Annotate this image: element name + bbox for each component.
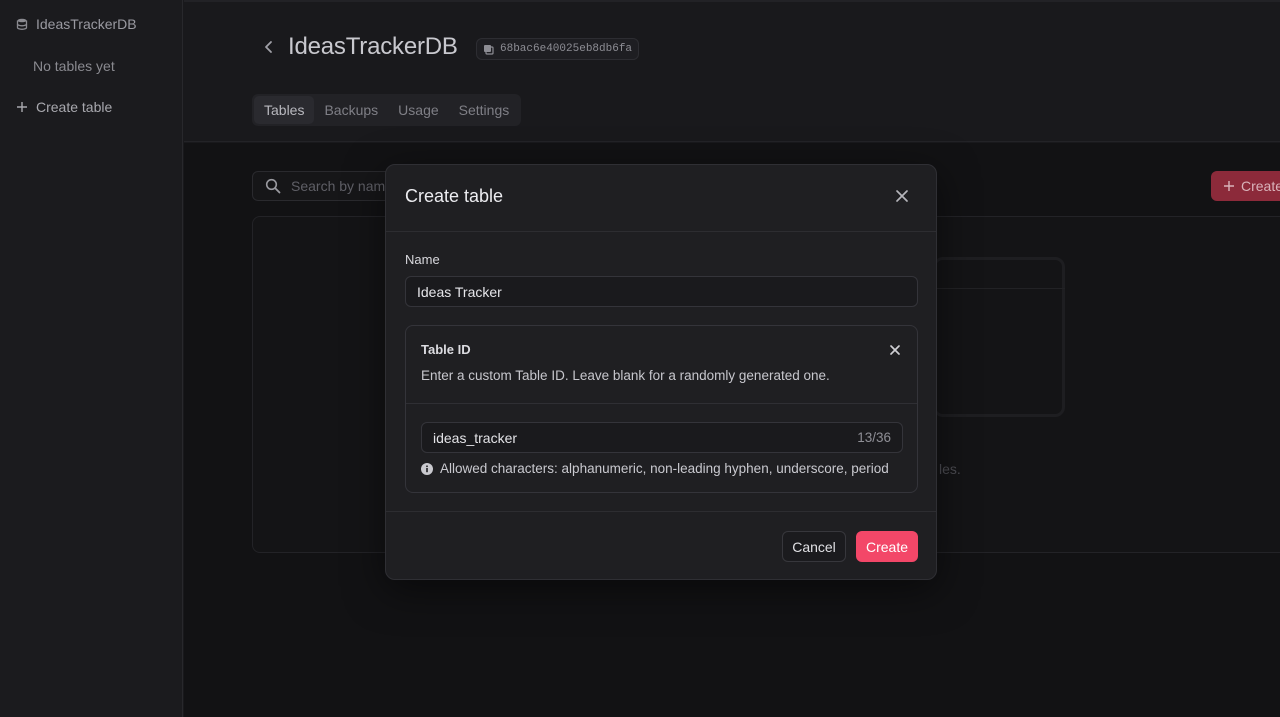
table-id-value: ideas_tracker xyxy=(433,429,518,446)
cancel-button[interactable]: Cancel xyxy=(782,531,846,562)
table-id-hint-text: Allowed characters: alphanumeric, non-le… xyxy=(440,461,889,476)
table-id-section: Table ID Enter a custom Table ID. Leave … xyxy=(405,325,918,493)
name-label: Name xyxy=(405,252,440,267)
info-icon xyxy=(421,462,433,475)
database-icon xyxy=(16,18,28,30)
table-id-title: Table ID xyxy=(421,342,471,357)
sidebar-empty-text: No tables yet xyxy=(33,58,115,74)
create-button[interactable]: Create xyxy=(856,531,918,562)
top-divider xyxy=(184,0,1280,2)
tab-settings[interactable]: Settings xyxy=(449,96,520,124)
create-table-dialog: Create table Name Ideas Tracker Table ID… xyxy=(385,164,937,580)
dialog-footer: Cancel Create xyxy=(386,511,936,581)
close-icon[interactable] xyxy=(892,186,912,206)
copy-icon xyxy=(483,44,494,55)
tab-backups[interactable]: Backups xyxy=(314,96,388,124)
tab-tables[interactable]: Tables xyxy=(254,96,315,124)
empty-state-divider xyxy=(933,288,1065,289)
table-id-description: Enter a custom Table ID. Leave blank for… xyxy=(421,368,830,383)
close-icon[interactable] xyxy=(887,342,903,358)
sidebar-database-label: IdeasTrackerDB xyxy=(36,16,137,32)
page-header: IdeasTrackerDB 68bac6e40025eb8db6fa Tabl… xyxy=(184,0,1280,142)
name-field[interactable]: Ideas Tracker xyxy=(405,276,918,307)
sidebar-database-item[interactable]: IdeasTrackerDB xyxy=(16,16,137,32)
tab-bar: Tables Backups Usage Settings xyxy=(252,94,522,126)
empty-state-text: les. xyxy=(939,461,961,477)
database-id-text: 68bac6e40025eb8db6fa xyxy=(500,43,633,55)
create-table-button-label: Create xyxy=(1241,178,1280,194)
chevron-left-icon[interactable] xyxy=(260,38,278,56)
search-placeholder: Search by name xyxy=(291,178,393,194)
sidebar-create-label: Create table xyxy=(36,99,113,115)
dialog-header: Create table xyxy=(386,165,936,232)
create-table-button[interactable]: Create xyxy=(1211,171,1280,201)
sidebar: IdeasTrackerDB No tables yet Create tabl… xyxy=(0,0,183,717)
table-id-char-count: 13/36 xyxy=(857,430,891,445)
page-title: IdeasTrackerDB xyxy=(288,33,458,60)
search-icon xyxy=(265,178,281,194)
database-id-badge[interactable]: 68bac6e40025eb8db6fa xyxy=(476,38,640,60)
dialog-title: Create table xyxy=(405,186,504,206)
table-id-field[interactable]: ideas_tracker 13/36 xyxy=(421,422,903,453)
tab-usage[interactable]: Usage xyxy=(388,96,448,124)
table-id-hint: Allowed characters: alphanumeric, non-le… xyxy=(421,461,889,476)
name-field-value: Ideas Tracker xyxy=(417,283,502,300)
sidebar-create-table[interactable]: Create table xyxy=(16,99,112,115)
plus-icon xyxy=(16,101,28,113)
empty-state-illustration xyxy=(933,257,1065,417)
table-id-header: Table ID Enter a custom Table ID. Leave … xyxy=(406,326,917,404)
plus-icon xyxy=(1223,180,1235,192)
